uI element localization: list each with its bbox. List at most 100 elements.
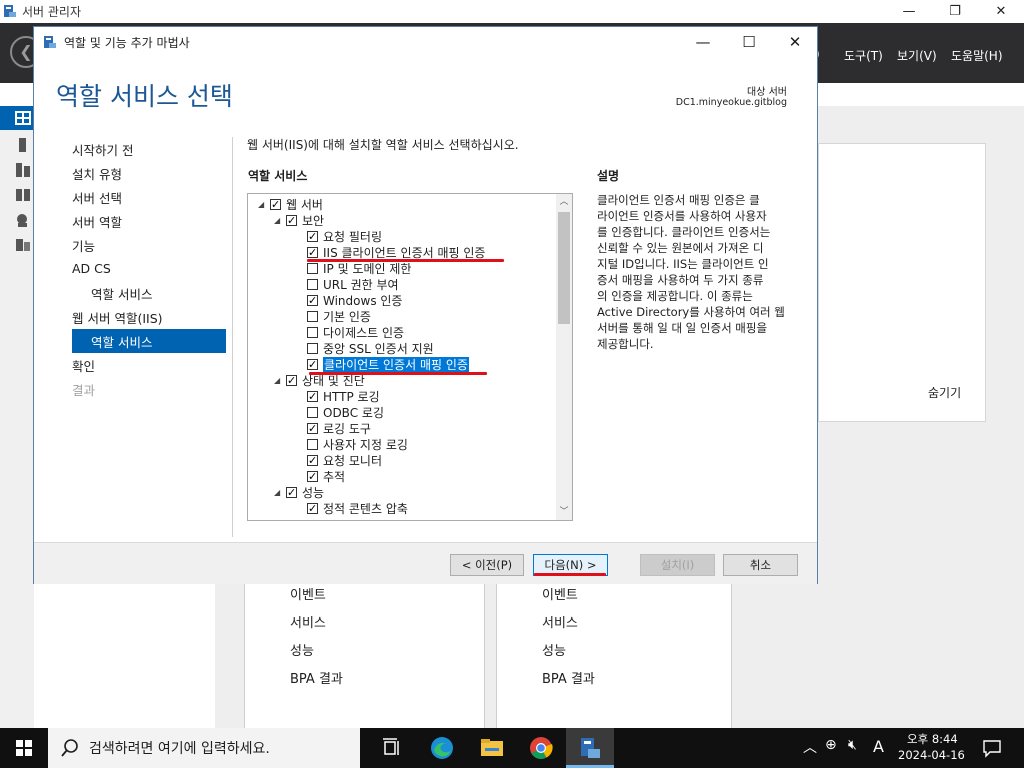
ad-ds-icon[interactable] (15, 213, 31, 227)
nav-ad-cs-role-services[interactable]: 역할 서비스 (91, 284, 152, 303)
checkbox[interactable]: ✓ (307, 391, 318, 402)
expand-arrow-icon[interactable]: ◢ (274, 213, 284, 229)
tree-row[interactable]: ODBC 로깅 (248, 405, 556, 421)
checkbox[interactable]: ✓ (270, 199, 281, 210)
wizard-close-button[interactable]: ✕ (772, 27, 818, 57)
tree-row[interactable]: 중앙 SSL 인증서 지원 (248, 341, 556, 357)
scroll-up-icon[interactable]: ︿ (556, 194, 572, 210)
nav-installation-type[interactable]: 설치 유형 (72, 164, 122, 183)
scroll-thumb[interactable] (558, 212, 570, 324)
file-explorer-icon[interactable] (480, 736, 504, 760)
checkbox[interactable]: ✓ (307, 423, 318, 434)
tile1-performance-link[interactable]: 성능 (290, 640, 314, 659)
checkbox[interactable] (307, 311, 318, 322)
tray-chevron-icon[interactable]: ︿ (803, 737, 817, 757)
cancel-button[interactable]: 취소 (723, 554, 798, 576)
tree-row[interactable]: ✓ 클라이언트 인증서 매핑 인증 (248, 357, 556, 373)
minimize-button[interactable]: — (886, 0, 932, 23)
tree-row[interactable]: IP 및 도메인 제한 (248, 261, 556, 277)
close-button[interactable]: ✕ (978, 0, 1024, 23)
tree-row[interactable]: ✓ 정적 콘텐츠 압축 (248, 501, 556, 517)
menu-tools[interactable]: 도구(T) (844, 47, 883, 64)
previous-button[interactable]: < 이전(P) (450, 554, 524, 576)
checkbox[interactable]: ✓ (307, 295, 318, 306)
checkbox[interactable] (307, 279, 318, 290)
tree-row[interactable]: ✓ 추적 (248, 469, 556, 485)
checkbox[interactable] (307, 343, 318, 354)
nav-features[interactable]: 기능 (72, 236, 95, 255)
windows-start-icon[interactable] (0, 728, 48, 768)
checkbox[interactable]: ✓ (307, 231, 318, 242)
tree-row[interactable]: 사용자 지정 로깅 (248, 437, 556, 453)
tile2-bpa-link[interactable]: BPA 결과 (542, 668, 595, 687)
edge-icon[interactable] (430, 736, 454, 760)
tree-scrollbar[interactable]: ︿ ﹀ (556, 194, 572, 520)
nav-server-selection[interactable]: 서버 선택 (72, 188, 122, 207)
checkbox[interactable] (307, 327, 318, 338)
checkbox[interactable]: ✓ (307, 503, 318, 514)
clock-date[interactable]: 2024-04-16 (898, 748, 965, 762)
checkbox[interactable]: ✓ (307, 359, 318, 370)
clock-time[interactable]: 오후 8:44 (907, 731, 958, 747)
chrome-icon[interactable] (529, 736, 553, 760)
nav-confirmation[interactable]: 확인 (72, 356, 95, 375)
tree-row[interactable]: ◢ ✓ 보안 (248, 213, 556, 229)
speaker-muted-icon[interactable]: 🔇︎ (848, 737, 857, 753)
checkbox[interactable] (307, 439, 318, 450)
nav-before-you-begin[interactable]: 시작하기 전 (72, 140, 133, 159)
tree-row[interactable]: URL 권한 부여 (248, 277, 556, 293)
menu-help[interactable]: 도움말(H) (951, 47, 1003, 64)
wizard-maximize-button[interactable]: ☐ (726, 27, 772, 57)
tree-row[interactable]: ◢ ✓ 성능 (248, 485, 556, 501)
tree-row[interactable]: ✓ HTTP 로깅 (248, 389, 556, 405)
scroll-down-icon[interactable]: ﹀ (556, 504, 572, 520)
wizard-title: 역할 및 기능 추가 마법사 (64, 36, 190, 50)
file-services-icon[interactable] (15, 238, 31, 252)
tree-row[interactable]: 기본 인증 (248, 309, 556, 325)
checkbox[interactable] (307, 407, 318, 418)
tile1-events-link[interactable]: 이벤트 (290, 584, 326, 603)
tree-row[interactable]: ✓ 요청 필터링 (248, 229, 556, 245)
nav-server-roles[interactable]: 서버 역할 (72, 212, 122, 231)
tree-row-label: 로깅 도구 (323, 422, 371, 436)
nav-ad-cs[interactable]: AD CS (72, 261, 111, 276)
checkbox[interactable]: ✓ (307, 471, 318, 482)
tree-row[interactable]: ✓ 로깅 도구 (248, 421, 556, 437)
dashboard-panel (818, 143, 986, 422)
checkbox[interactable]: ✓ (286, 375, 297, 386)
all-servers-icon[interactable] (15, 163, 31, 177)
tree-row[interactable]: ◢ ✓ 웹 서버 (248, 197, 556, 213)
expand-arrow-icon[interactable]: ◢ (274, 485, 284, 501)
checkbox[interactable] (307, 263, 318, 274)
tile1-services-link[interactable]: 서비스 (290, 612, 326, 631)
server-manager-taskbar-icon[interactable] (578, 736, 602, 760)
tile2-services-link[interactable]: 서비스 (542, 612, 578, 631)
tile1-bpa-link[interactable]: BPA 결과 (290, 668, 343, 687)
task-view-icon[interactable] (380, 736, 404, 760)
tile2-performance-link[interactable]: 성능 (542, 640, 566, 659)
role-services-tree[interactable]: ◢ ✓ 웹 서버 ◢ ✓ 보안 ✓ 요청 필터링 ✓ IIS 클라이언트 인증서 매핑 인증 IP … (247, 193, 573, 521)
tree-row[interactable]: 다이제스트 인증 (248, 325, 556, 341)
notification-icon[interactable] (982, 738, 1002, 758)
dashboard-icon[interactable] (15, 111, 31, 125)
checkbox[interactable]: ✓ (286, 487, 297, 498)
expand-arrow-icon[interactable]: ◢ (258, 197, 268, 213)
network-icon[interactable]: ⊕ (825, 737, 837, 753)
tile2-events-link[interactable]: 이벤트 (542, 584, 578, 603)
nav-web-server-role[interactable]: 웹 서버 역할(IIS) (72, 308, 163, 327)
tree-row[interactable]: ✓ 요청 모니터 (248, 453, 556, 469)
ime-indicator[interactable]: A (873, 737, 884, 756)
tree-row[interactable]: ✓ Windows 인증 (248, 293, 556, 309)
adcs-icon[interactable] (15, 188, 31, 202)
local-server-icon[interactable] (15, 138, 31, 152)
checkbox[interactable]: ✓ (286, 215, 297, 226)
tree-row[interactable]: ◢ ✓ 상태 및 진단 (248, 373, 556, 389)
expand-arrow-icon[interactable]: ◢ (274, 373, 284, 389)
hide-link[interactable]: 숨기기 (928, 384, 961, 401)
restore-button[interactable]: ❐ (932, 0, 978, 23)
checkbox[interactable]: ✓ (307, 247, 318, 258)
wizard-minimize-button[interactable]: — (680, 27, 726, 57)
nav-iis-role-services[interactable]: 역할 서비스 (91, 332, 152, 351)
checkbox[interactable]: ✓ (307, 455, 318, 466)
menu-view[interactable]: 보기(V) (897, 47, 937, 64)
